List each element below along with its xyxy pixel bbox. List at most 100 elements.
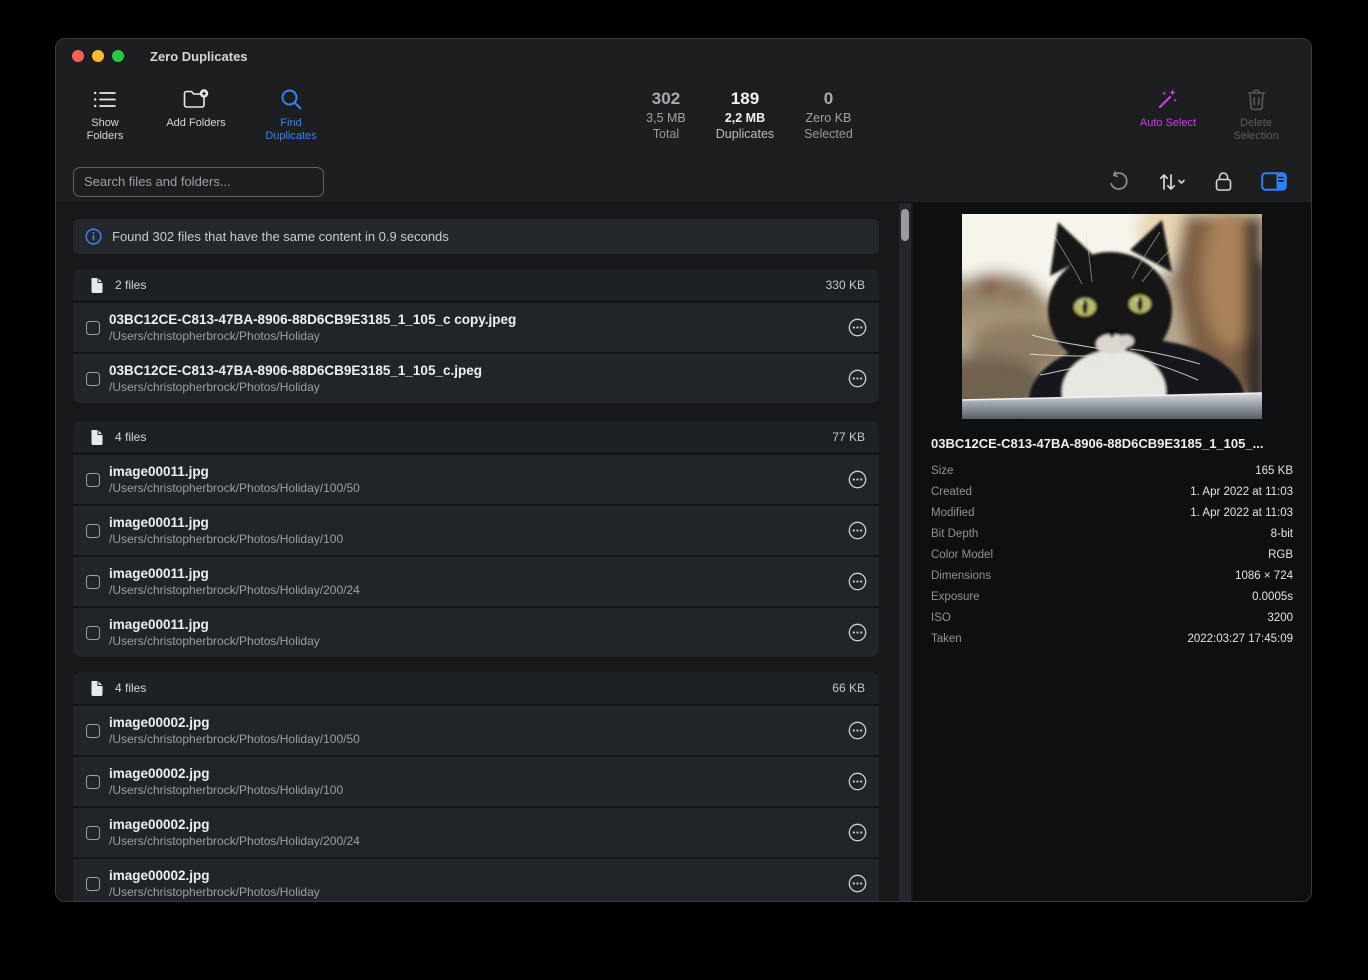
more-options-icon[interactable] (848, 721, 867, 740)
file-info: image00011.jpg/Users/christopherbrock/Ph… (109, 617, 320, 648)
file-row[interactable]: image00011.jpg/Users/christopherbrock/Ph… (73, 608, 879, 657)
metadata-value: 3200 (1267, 612, 1293, 624)
file-checkbox[interactable] (86, 775, 100, 789)
stat-total-label: Total (653, 127, 679, 141)
more-options-icon[interactable] (848, 521, 867, 540)
file-name: 03BC12CE-C813-47BA-8906-88D6CB9E3185_1_1… (109, 312, 516, 327)
toggle-sidebar-icon[interactable] (1261, 172, 1287, 191)
metadata-value: 1086 × 724 (1235, 570, 1293, 582)
file-name: image00002.jpg (109, 715, 360, 730)
selected-file-title: 03BC12CE-C813-47BA-8906-88D6CB9E3185_1_1… (931, 436, 1293, 451)
file-checkbox[interactable] (86, 724, 100, 738)
file-checkbox[interactable] (86, 877, 100, 891)
file-info: image00011.jpg/Users/christopherbrock/Ph… (109, 566, 360, 597)
delete-selection-button[interactable]: Delete Selection (1225, 87, 1287, 143)
file-name: image00002.jpg (109, 817, 360, 832)
file-info: image00011.jpg/Users/christopherbrock/Ph… (109, 464, 360, 495)
search-toolbar (56, 161, 1311, 203)
sort-order-icon[interactable] (1158, 173, 1186, 191)
more-options-icon[interactable] (848, 318, 867, 337)
metadata-label: Dimensions (931, 570, 991, 582)
scrollbar-thumb[interactable] (901, 209, 909, 241)
file-name: image00011.jpg (109, 617, 320, 632)
group-header: 4 files66 KB (73, 672, 879, 704)
file-info: image00002.jpg/Users/christopherbrock/Ph… (109, 766, 343, 797)
file-row[interactable]: 03BC12CE-C813-47BA-8906-88D6CB9E3185_1_1… (73, 303, 879, 352)
group-file-count: 2 files (115, 278, 146, 292)
file-row[interactable]: image00002.jpg/Users/christopherbrock/Ph… (73, 706, 879, 755)
search-input[interactable] (73, 167, 324, 197)
folder-plus-icon (183, 87, 209, 111)
add-folders-button[interactable]: Add Folders (150, 87, 242, 143)
file-name: image00002.jpg (109, 766, 343, 781)
file-icon (90, 681, 103, 696)
minimize-button[interactable] (92, 50, 104, 62)
search-row-icons (1108, 171, 1287, 192)
duplicate-group: 4 files77 KB image00011.jpg/Users/christo… (73, 421, 879, 657)
more-options-icon[interactable] (848, 369, 867, 388)
add-folders-label: Add Folders (166, 117, 225, 130)
file-row[interactable]: image00011.jpg/Users/christopherbrock/Ph… (73, 506, 879, 555)
file-row[interactable]: image00011.jpg/Users/christopherbrock/Ph… (73, 455, 879, 504)
file-row[interactable]: image00002.jpg/Users/christopherbrock/Ph… (73, 859, 879, 902)
app-window: Zero Duplicates Show Folders Add Folders (55, 38, 1312, 902)
stat-total-count: 302 (652, 89, 680, 109)
undo-icon[interactable] (1108, 171, 1129, 192)
content-area: Found 302 files that have the same conte… (56, 203, 1311, 902)
toolbar-left-group: Show Folders Add Folders Find Duplicates (74, 87, 326, 143)
preview-image (962, 214, 1262, 419)
file-path: /Users/christopherbrock/Photos/Holiday (109, 885, 320, 899)
auto-select-button[interactable]: Auto Select (1133, 87, 1203, 143)
file-path: /Users/christopherbrock/Photos/Holiday (109, 380, 482, 394)
screen: Zero Duplicates Show Folders Add Folders (0, 0, 1368, 980)
close-button[interactable] (72, 50, 84, 62)
show-folders-button[interactable]: Show Folders (74, 87, 136, 143)
auto-select-label: Auto Select (1140, 117, 1196, 130)
file-row[interactable]: 03BC12CE-C813-47BA-8906-88D6CB9E3185_1_1… (73, 354, 879, 403)
more-options-icon[interactable] (848, 772, 867, 791)
details-panel: 03BC12CE-C813-47BA-8906-88D6CB9E3185_1_1… (913, 203, 1311, 902)
duplicates-list-pane: Found 302 files that have the same conte… (56, 203, 913, 902)
more-options-icon[interactable] (848, 470, 867, 489)
metadata-value: 0.0005s (1252, 591, 1293, 603)
more-options-icon[interactable] (848, 623, 867, 642)
metadata-value: 8-bit (1271, 528, 1293, 540)
metadata-value: 1. Apr 2022 at 11:03 (1190, 486, 1293, 498)
file-info: 03BC12CE-C813-47BA-8906-88D6CB9E3185_1_1… (109, 312, 516, 343)
group-size: 77 KB (832, 430, 865, 444)
group-size: 66 KB (832, 681, 865, 695)
metadata-row: Modified1. Apr 2022 at 11:03 (931, 502, 1293, 523)
scrollbar-track[interactable] (899, 203, 911, 902)
metadata-row: Dimensions 1086 × 724 (931, 565, 1293, 586)
file-path: /Users/christopherbrock/Photos/Holiday (109, 634, 320, 648)
file-name: 03BC12CE-C813-47BA-8906-88D6CB9E3185_1_1… (109, 363, 482, 378)
file-checkbox[interactable] (86, 524, 100, 538)
more-options-icon[interactable] (848, 823, 867, 842)
metadata-row: Size165 KB (931, 460, 1293, 481)
metadata-table: Size165 KB Created 1. Apr 2022 at 11:03 Mod… (931, 460, 1293, 649)
file-row[interactable]: image00002.jpg/Users/christopherbrock/Ph… (73, 808, 879, 857)
list-icon (93, 87, 117, 111)
search-magnifier-icon (280, 87, 303, 111)
file-row[interactable]: image00002.jpg/Users/christopherbrock/Ph… (73, 757, 879, 806)
file-checkbox[interactable] (86, 575, 100, 589)
file-checkbox[interactable] (86, 626, 100, 640)
more-options-icon[interactable] (848, 572, 867, 591)
metadata-label: Created (931, 486, 972, 498)
file-info: image00011.jpg/Users/christopherbrock/Ph… (109, 515, 343, 546)
find-duplicates-button[interactable]: Find Duplicates (256, 87, 326, 143)
more-options-icon[interactable] (848, 874, 867, 893)
file-checkbox[interactable] (86, 321, 100, 335)
find-duplicates-label: Find Duplicates (256, 117, 326, 143)
metadata-label: Size (931, 465, 953, 477)
file-checkbox[interactable] (86, 372, 100, 386)
file-checkbox[interactable] (86, 826, 100, 840)
metadata-row: Taken2022:03:27 17:45:09 (931, 628, 1293, 649)
lock-icon[interactable] (1215, 171, 1232, 192)
toolbar-right-group: Auto Select Delete Selection (1133, 87, 1287, 143)
zoom-button[interactable] (112, 50, 124, 62)
file-checkbox[interactable] (86, 473, 100, 487)
group-header: 4 files77 KB (73, 421, 879, 453)
file-info: 03BC12CE-C813-47BA-8906-88D6CB9E3185_1_1… (109, 363, 482, 394)
file-row[interactable]: image00011.jpg/Users/christopherbrock/Ph… (73, 557, 879, 606)
